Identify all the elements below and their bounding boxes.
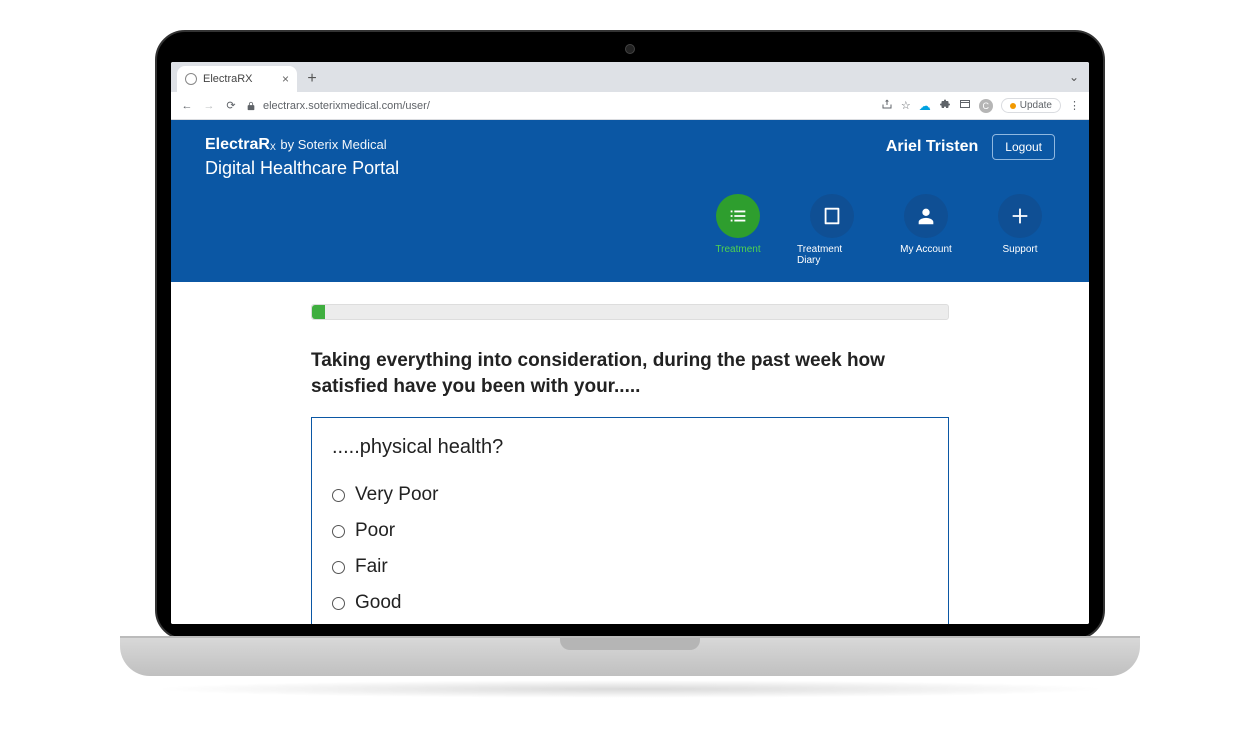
option-label: Good: [355, 592, 401, 614]
laptop-bezel: ElectraRX × + ⌄ ← → ⟳ electrarx.soterixm…: [155, 30, 1105, 640]
extensions-icon[interactable]: [939, 98, 951, 113]
profile-avatar[interactable]: C: [979, 99, 993, 113]
option-label: Very Poor: [355, 484, 438, 506]
question-card: .....physical health? Very Poor Poor Fai…: [311, 417, 949, 624]
update-button[interactable]: Update: [1001, 98, 1061, 113]
list-icon: [716, 194, 760, 238]
plus-icon: [998, 194, 1042, 238]
nav-label: My Account: [900, 244, 952, 255]
user-name: Ariel Tristen: [886, 138, 978, 156]
option-poor[interactable]: Poor: [332, 513, 928, 549]
primary-nav: Treatment Treatment Diary My Account: [171, 184, 1089, 282]
progress-bar: [311, 304, 949, 320]
address-bar-actions: ☆ ☁ C Update ⋮: [881, 98, 1081, 113]
browser-tab-strip: ElectraRX × + ⌄: [171, 62, 1089, 92]
radio-icon: [332, 597, 345, 610]
survey-prompt: Taking everything into consideration, du…: [311, 348, 949, 399]
question-text: .....physical health?: [332, 436, 928, 459]
radio-icon: [332, 525, 345, 538]
url-text[interactable]: electrarx.soterixmedical.com/user/: [263, 100, 875, 112]
brand-block: ElectraRX by Soterix Medical Digital Hea…: [205, 134, 399, 180]
browser-address-bar: ← → ⟳ electrarx.soterixmedical.com/user/…: [171, 92, 1089, 120]
forward-icon[interactable]: →: [201, 100, 217, 112]
laptop-notch: [560, 638, 700, 650]
nav-support[interactable]: Support: [985, 194, 1055, 266]
option-label: Poor: [355, 520, 395, 542]
browser-menu-icon[interactable]: ⋮: [1069, 99, 1081, 112]
option-fair[interactable]: Fair: [332, 549, 928, 585]
update-label: Update: [1020, 100, 1052, 111]
person-icon: [904, 194, 948, 238]
brand-line: ElectraRX by Soterix Medical: [205, 134, 399, 156]
laptop-base: [120, 636, 1140, 676]
tab-title: ElectraRX: [203, 73, 253, 85]
laptop-mockup: ElectraRX × + ⌄ ← → ⟳ electrarx.soterixm…: [0, 0, 1260, 756]
star-icon[interactable]: ☆: [901, 99, 911, 112]
nav-my-account[interactable]: My Account: [891, 194, 961, 266]
brand-name: ElectraR: [205, 136, 270, 153]
browser-tab-active[interactable]: ElectraRX ×: [177, 66, 297, 92]
screen: ElectraRX × + ⌄ ← → ⟳ electrarx.soterixm…: [171, 62, 1089, 624]
logout-button[interactable]: Logout: [992, 134, 1055, 160]
reload-icon[interactable]: ⟳: [223, 99, 239, 112]
camera-icon: [625, 44, 635, 54]
content-area: Taking everything into consideration, du…: [171, 282, 1089, 624]
option-very-good[interactable]: Very Good: [332, 621, 928, 624]
nav-treatment[interactable]: Treatment: [703, 194, 773, 266]
favicon-icon: [185, 73, 197, 85]
brand-subtitle: Digital Healthcare Portal: [205, 156, 399, 180]
option-label: Fair: [355, 556, 388, 578]
window-icon[interactable]: [959, 98, 971, 113]
option-very-poor[interactable]: Very Poor: [332, 477, 928, 513]
user-block: Ariel Tristen Logout: [886, 134, 1055, 160]
close-tab-icon[interactable]: ×: [282, 72, 289, 86]
radio-icon: [332, 561, 345, 574]
update-dot-icon: [1010, 103, 1016, 109]
app-header: ElectraRX by Soterix Medical Digital Hea…: [171, 120, 1089, 184]
tab-overflow-icon[interactable]: ⌄: [1069, 70, 1079, 84]
share-icon[interactable]: [881, 98, 893, 113]
new-tab-button[interactable]: +: [301, 68, 323, 90]
brand-sub-x: X: [270, 142, 276, 152]
lock-icon[interactable]: [245, 101, 257, 111]
nav-label: Treatment Diary: [797, 244, 867, 266]
back-icon[interactable]: ←: [179, 100, 195, 112]
nav-label: Treatment: [715, 244, 760, 255]
radio-icon: [332, 489, 345, 502]
book-icon: [810, 194, 854, 238]
laptop-shadow: [150, 680, 1110, 698]
app-viewport: ElectraRX by Soterix Medical Digital Hea…: [171, 120, 1089, 624]
brand-by: by Soterix Medical: [280, 137, 386, 152]
progress-fill: [312, 305, 325, 319]
nav-label: Support: [1002, 244, 1037, 255]
nav-treatment-diary[interactable]: Treatment Diary: [797, 194, 867, 266]
salesforce-icon[interactable]: ☁: [919, 99, 931, 113]
option-good[interactable]: Good: [332, 585, 928, 621]
